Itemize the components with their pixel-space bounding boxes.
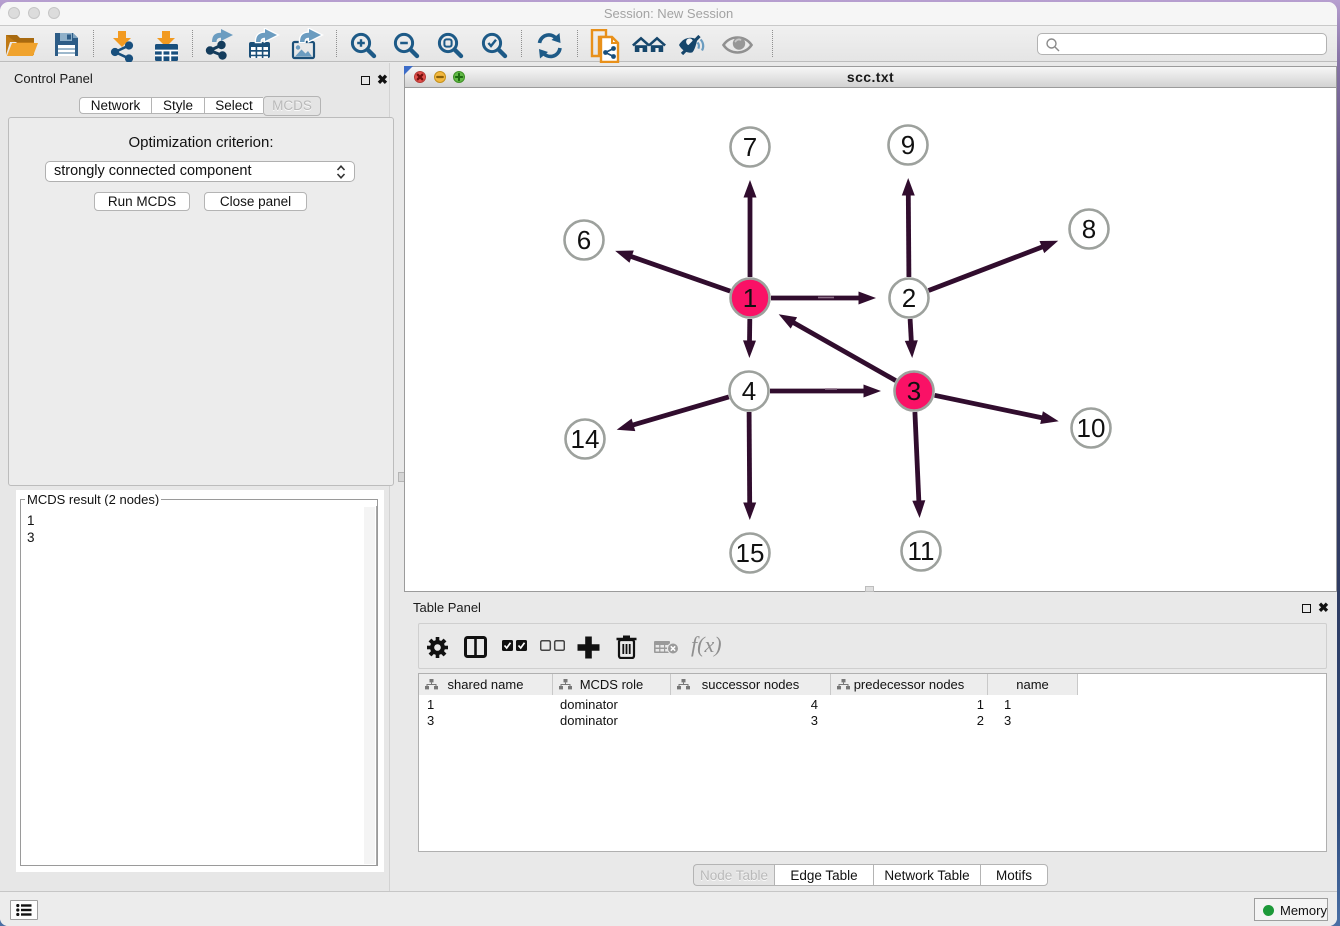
svg-text:3: 3 bbox=[907, 376, 921, 406]
svg-text:6: 6 bbox=[577, 225, 591, 255]
svg-text:8: 8 bbox=[1082, 214, 1096, 244]
svg-text:11: 11 bbox=[908, 536, 935, 566]
svg-text:1: 1 bbox=[743, 283, 757, 313]
svg-text:7: 7 bbox=[743, 132, 757, 162]
svg-text:14: 14 bbox=[571, 424, 600, 454]
svg-text:10: 10 bbox=[1077, 413, 1106, 443]
svg-text:15: 15 bbox=[736, 538, 765, 568]
svg-text:4: 4 bbox=[742, 376, 756, 406]
svg-text:9: 9 bbox=[901, 130, 915, 160]
svg-text:2: 2 bbox=[902, 283, 916, 313]
